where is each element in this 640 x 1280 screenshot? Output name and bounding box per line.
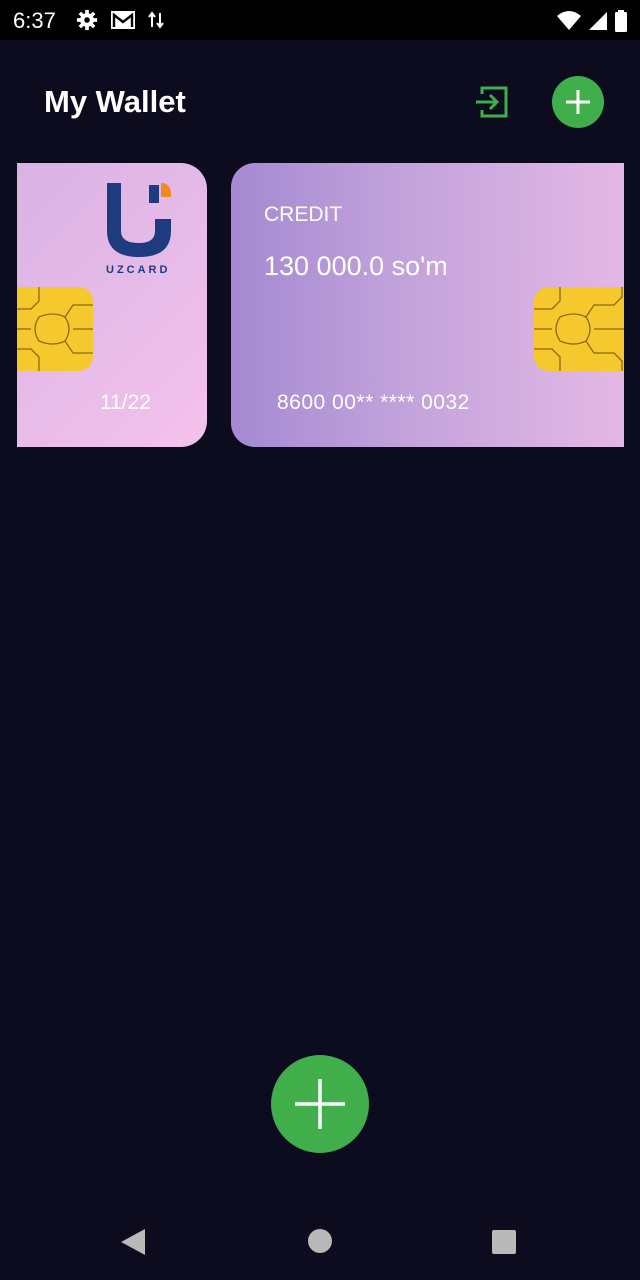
logout-icon [476, 86, 508, 118]
card-uzcard[interactable]: UZCARD 11/22 [17, 163, 207, 447]
add-card-fab[interactable] [271, 1055, 369, 1153]
wifi-icon [557, 11, 581, 30]
card-credit[interactable]: CREDIT 130 000.0 so'm 8600 00** **** 003… [231, 163, 624, 447]
status-left-icons [76, 9, 164, 31]
back-icon[interactable] [121, 1229, 145, 1255]
plus-icon [566, 90, 590, 114]
add-card-button-header[interactable] [552, 76, 604, 128]
settings-icon [76, 9, 98, 31]
uzcard-brand-text: UZCARD [106, 264, 170, 276]
home-icon[interactable] [308, 1229, 332, 1253]
plus-icon [295, 1079, 345, 1129]
page-title: My Wallet [44, 84, 186, 119]
chip-icon [17, 287, 93, 371]
data-transfer-icon [148, 11, 164, 29]
battery-icon [615, 10, 627, 32]
uzcard-logo: UZCARD [106, 183, 171, 276]
status-time: 6:37 [13, 8, 56, 33]
system-nav-bar [0, 1200, 640, 1280]
recents-icon[interactable] [492, 1230, 516, 1254]
card-type: CREDIT [264, 203, 343, 226]
chip-icon [534, 287, 624, 371]
logout-button[interactable] [472, 82, 514, 122]
card-expiry: 11/22 [100, 391, 151, 414]
card-number: 8600 00** **** 0032 [277, 391, 470, 414]
gmail-icon [111, 11, 135, 29]
signal-icon [589, 12, 607, 30]
status-right-icons [556, 9, 628, 33]
status-bar: 6:37 [0, 0, 640, 40]
card-balance: 130 000.0 so'm [264, 251, 448, 281]
